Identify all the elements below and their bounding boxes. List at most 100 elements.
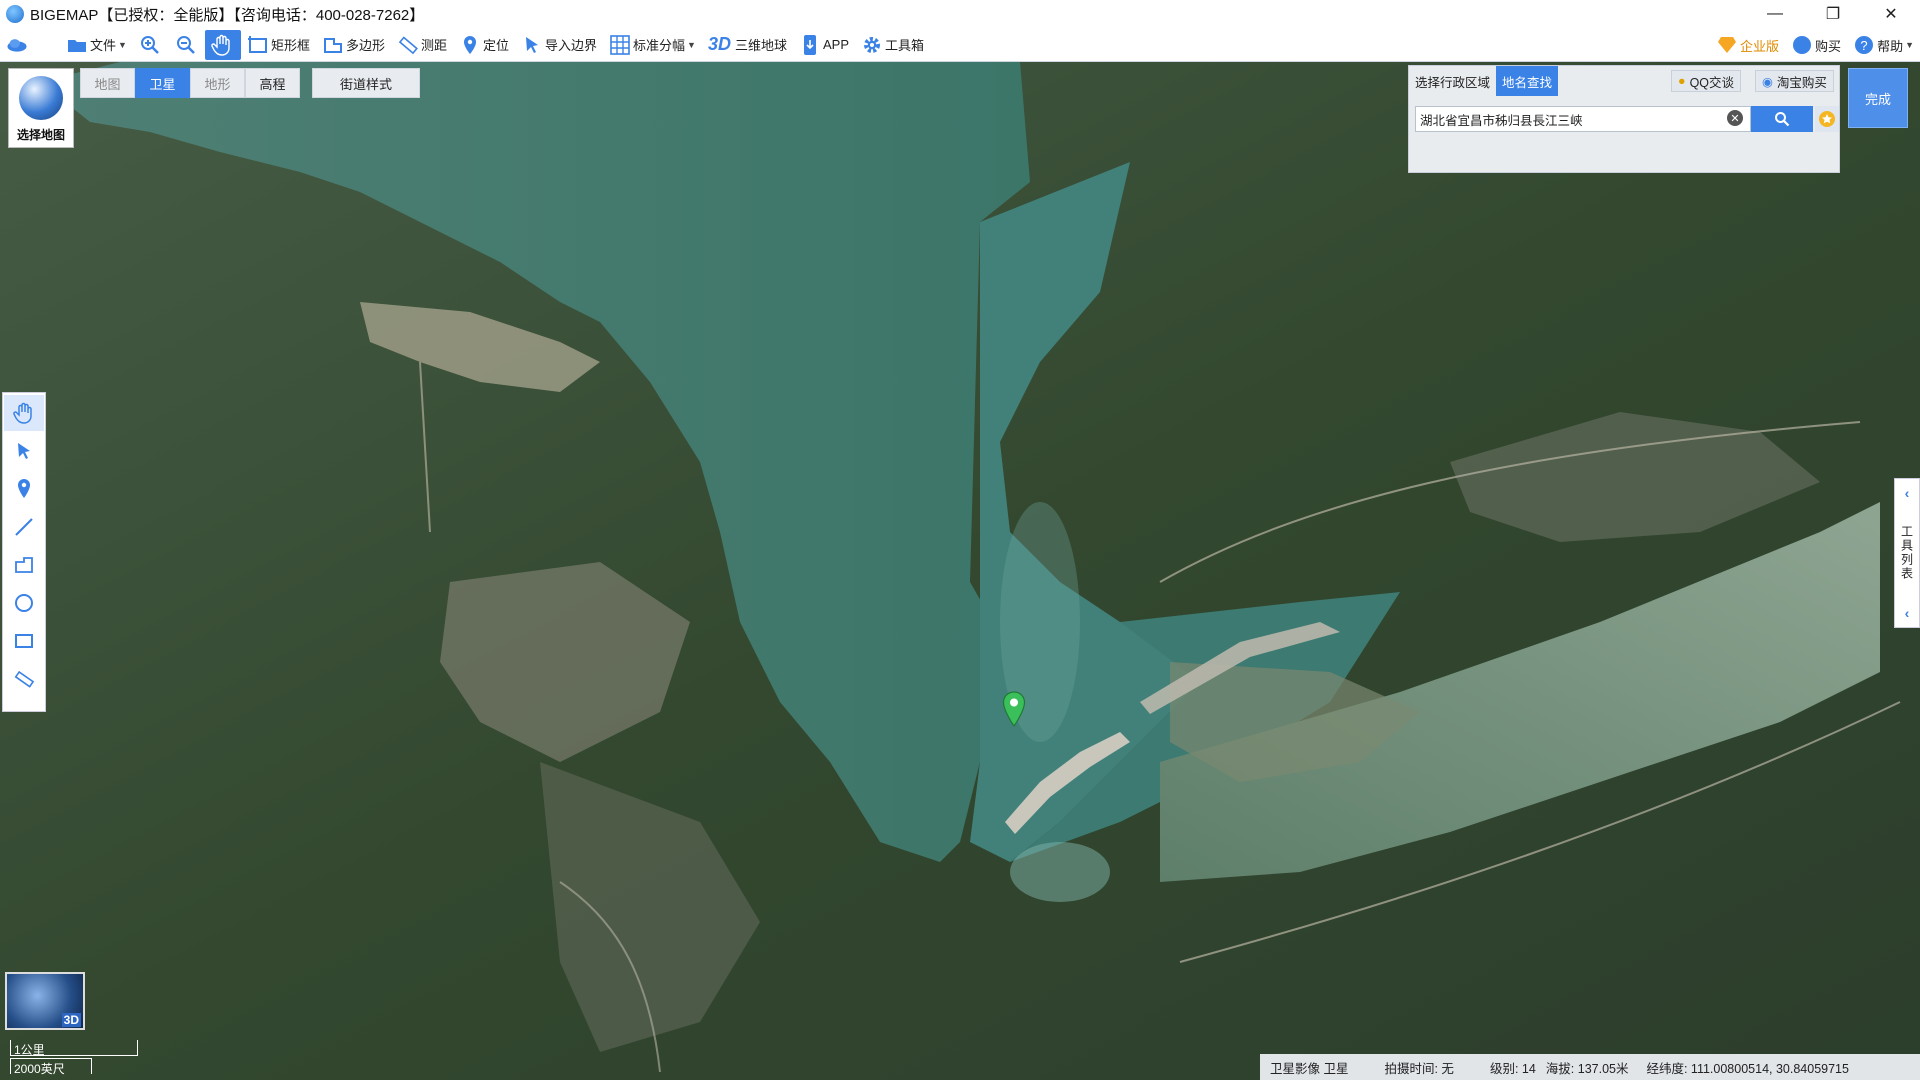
close-button[interactable]: ✕	[1862, 0, 1920, 28]
tool-list-tab[interactable]: ‹ 工具列表 ‹	[1894, 478, 1920, 628]
ruler-icon	[14, 670, 35, 688]
enterprise-label: 企业版	[1740, 38, 1780, 54]
file-menu-label: 文件	[90, 38, 117, 53]
bigemap-window: BIGEMAP【已授权：全能版】【咨询电话：400-028-7262】 — ❐ …	[0, 0, 1920, 1080]
polygon-select-button[interactable]: 多边形	[316, 30, 391, 60]
street-style-button[interactable]: 街道样式	[312, 68, 420, 98]
map-canvas[interactable]	[0, 62, 1920, 1080]
tab-terrain[interactable]: 地形	[190, 68, 245, 98]
draw-measure-button[interactable]	[4, 661, 44, 697]
pan-button[interactable]	[204, 29, 241, 60]
clear-search-icon[interactable]: ✕	[1727, 110, 1743, 126]
search-button[interactable]	[1751, 106, 1813, 132]
standard-grid-label: 标准分幅	[633, 38, 686, 53]
locate-button[interactable]: 定位	[453, 30, 515, 60]
draw-circle-button[interactable]	[4, 585, 44, 621]
zoom-out-icon	[175, 34, 197, 56]
tab-elevation[interactable]: 高程	[245, 68, 300, 98]
status-capture-time: 拍摄时间: 无	[1384, 1061, 1454, 1076]
rect-select-button[interactable]: 矩形框	[241, 30, 316, 60]
place-search-input[interactable]: 湖北省宜昌市秭归县長江三峡	[1415, 106, 1751, 132]
cloud-icon	[6, 34, 28, 56]
status-altitude: 海拔: 137.05米	[1545, 1061, 1629, 1076]
window-controls: — ❐ ✕	[1746, 0, 1920, 28]
taobao-buy-label: 淘宝购买	[1776, 75, 1827, 90]
chevron-down-icon: ▼	[1905, 40, 1914, 50]
map-source-label: 选择地图	[16, 128, 65, 142]
satellite-imagery	[0, 62, 1920, 1080]
hand-icon	[13, 402, 32, 424]
buy-button[interactable]: 购买	[1785, 30, 1847, 60]
rectangle-icon	[15, 634, 33, 648]
toolbar-right-group: 企业版 购买 ? 帮助 ▼	[1710, 28, 1920, 62]
scale-imperial-label: 2000英尺	[14, 1062, 65, 1076]
tab-select-region[interactable]: 选择行政区域	[1409, 66, 1496, 96]
minimize-button[interactable]: —	[1746, 0, 1804, 28]
map-type-tabs: 地图 卫星 地形 高程	[80, 68, 300, 98]
help-label: 帮助	[1877, 38, 1904, 54]
locate-label: 定位	[482, 38, 509, 53]
zoom-out-button[interactable]	[169, 30, 205, 60]
diamond-icon	[1716, 34, 1738, 56]
qq-chat-button[interactable]: ● QQ交谈	[1671, 70, 1742, 92]
title-bar: BIGEMAP【已授权：全能版】【咨询电话：400-028-7262】 — ❐ …	[0, 0, 1920, 28]
qq-chat-label: QQ交谈	[1689, 75, 1735, 90]
3d-globe-button[interactable]: 3D 三维地球	[702, 30, 793, 60]
draw-line-button[interactable]	[4, 509, 44, 545]
done-button[interactable]: 完成	[1848, 68, 1908, 128]
phone-icon	[799, 34, 821, 56]
status-coordinates: 经纬度: 111.00800514, 30.84059715	[1646, 1061, 1849, 1076]
location-pin-icon	[459, 34, 481, 56]
map-source-selector[interactable]: 选择地图	[8, 68, 74, 148]
enterprise-button[interactable]: 企业版	[1710, 30, 1785, 60]
app-label: APP	[822, 37, 849, 52]
chevron-left-icon: ‹	[1904, 605, 1910, 621]
scale-metric-label: 1公里	[14, 1043, 45, 1057]
3d-globe-label: 三维地球	[734, 38, 787, 53]
toolbox-button[interactable]: 工具箱	[855, 30, 930, 60]
chevron-down-icon: ▼	[118, 39, 127, 50]
taobao-buy-button[interactable]: ◉ 淘宝购买	[1755, 70, 1834, 92]
zoom-in-button[interactable]	[133, 30, 169, 60]
draw-polygon-button[interactable]	[4, 547, 44, 583]
standard-grid-menu[interactable]: 标准分幅 ▼	[603, 30, 702, 60]
status-layer: 卫星影像 卫星	[1270, 1061, 1349, 1076]
rectangle-select-icon	[247, 34, 269, 56]
app-button[interactable]: APP	[793, 30, 855, 60]
import-border-button[interactable]: 导入边界	[515, 30, 603, 60]
polygon-select-icon	[322, 34, 344, 56]
help-icon: ?	[1853, 34, 1875, 56]
star-icon	[1819, 111, 1835, 127]
tab-map[interactable]: 地图	[80, 68, 135, 98]
search-tabs: 选择行政区域 地名查找	[1409, 66, 1559, 96]
tab-place-search[interactable]: 地名查找	[1496, 66, 1559, 96]
location-marker-icon[interactable]	[1002, 691, 1026, 727]
draw-select-button[interactable]	[4, 433, 44, 469]
chevron-left-icon: ‹	[1904, 485, 1910, 501]
pointer-icon	[18, 443, 30, 459]
3d-globe-minimap[interactable]: 3D	[5, 972, 85, 1030]
buy-label: 购买	[1815, 38, 1842, 54]
tab-satellite[interactable]: 卫星	[135, 68, 190, 98]
help-menu[interactable]: ? 帮助 ▼	[1847, 30, 1920, 60]
status-zoom-level: 级别: 14	[1489, 1061, 1536, 1076]
cloud-menu-button[interactable]	[0, 30, 36, 60]
cursor-arrow-icon	[521, 34, 543, 56]
toolbox-label: 工具箱	[885, 38, 925, 53]
google-earth-icon	[19, 76, 63, 120]
file-menu[interactable]: 文件 ▼	[60, 30, 133, 60]
measure-button[interactable]: 测距	[391, 30, 453, 60]
circle-icon	[15, 594, 33, 612]
draw-rectangle-button[interactable]	[4, 623, 44, 659]
line-icon	[15, 518, 33, 536]
location-pin-icon	[18, 479, 30, 498]
tool-list-label: 工具列表	[1899, 525, 1914, 581]
favorite-button[interactable]	[1815, 106, 1839, 132]
draw-pan-button[interactable]	[4, 395, 44, 431]
draw-marker-button[interactable]	[4, 471, 44, 507]
scale-bar: 1公里 2000英尺	[10, 1040, 138, 1076]
3d-badge: 3D	[61, 1013, 81, 1027]
restore-button[interactable]: ❐	[1804, 0, 1862, 28]
3d-icon: 3D	[707, 34, 731, 54]
ruler-icon	[397, 34, 419, 56]
